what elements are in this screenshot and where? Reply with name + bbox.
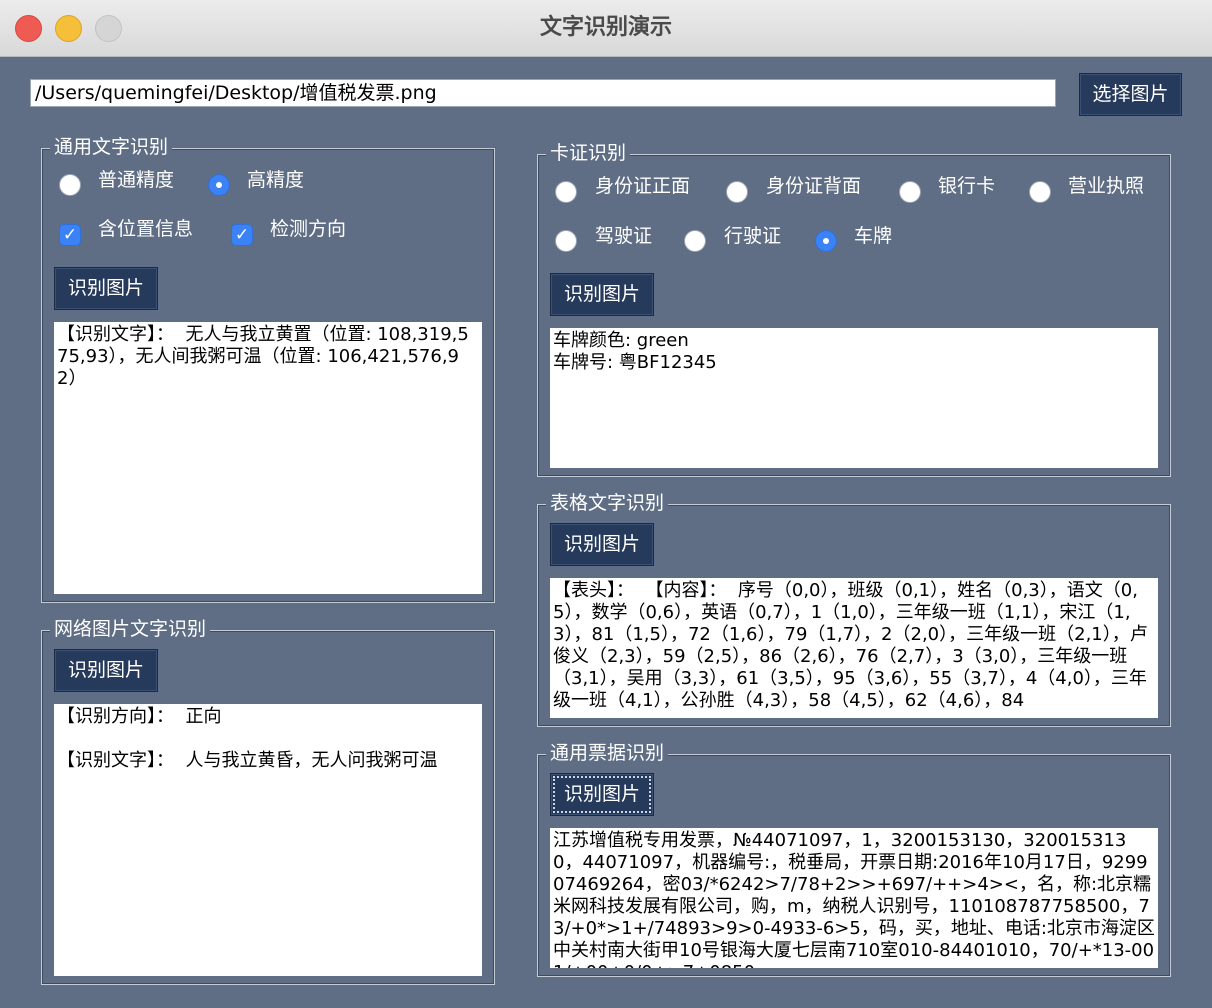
- radio-license-plate-label: 车牌: [854, 225, 893, 247]
- checkbox-detect-direction-label: 检测方向: [270, 218, 347, 240]
- receipt-ocr-title: 通用票据识别: [546, 742, 669, 764]
- table-ocr-result-text[interactable]: 【表头】： 【内容】： 序号（0,0），班级（0,1），姓名（0,3），语文（0…: [550, 578, 1158, 718]
- table-ocr-title: 表格文字识别: [546, 492, 669, 514]
- radio-business-license[interactable]: [1029, 181, 1051, 203]
- radio-driver-license[interactable]: [555, 230, 577, 252]
- card-ocr-title: 卡证识别: [546, 142, 631, 164]
- radio-bank-card-label: 银行卡: [938, 175, 996, 197]
- receipt-ocr-recognize-button[interactable]: 识别图片: [550, 773, 654, 816]
- image-path-input[interactable]: /Users/quemingfei/Desktop/增值税发票.png: [30, 79, 1056, 107]
- select-image-button[interactable]: 选择图片: [1079, 73, 1182, 116]
- radio-business-license-label: 营业执照: [1068, 175, 1145, 197]
- radio-normal-precision-label: 普通精度: [98, 169, 175, 191]
- window-title: 文字识别演示: [539, 15, 672, 40]
- web-ocr-result-text[interactable]: 【识别方向】： 正向 【识别文字】： 人与我立黄昏，无人问我粥可温: [54, 704, 482, 976]
- radio-vehicle-license-label: 行驶证: [724, 225, 782, 247]
- checkbox-include-location[interactable]: ✓: [59, 224, 81, 246]
- window-titlebar: 文字识别演示: [0, 0, 1212, 57]
- radio-id-front[interactable]: [555, 181, 577, 203]
- card-ocr-recognize-button[interactable]: 识别图片: [550, 273, 654, 316]
- radio-id-front-label: 身份证正面: [595, 175, 691, 197]
- receipt-ocr-result-text[interactable]: 江苏增值税专用发票，№44071097，1，3200153130，3200153…: [550, 828, 1158, 968]
- web-ocr-title: 网络图片文字识别: [50, 618, 211, 640]
- general-ocr-title: 通用文字识别: [50, 136, 173, 158]
- checkbox-detect-direction[interactable]: ✓: [231, 224, 253, 246]
- radio-high-precision[interactable]: [208, 174, 230, 196]
- general-ocr-recognize-button[interactable]: 识别图片: [54, 267, 158, 310]
- radio-license-plate[interactable]: [815, 230, 837, 252]
- radio-driver-license-label: 驾驶证: [595, 225, 653, 247]
- radio-id-back-label: 身份证背面: [766, 175, 862, 197]
- web-ocr-recognize-button[interactable]: 识别图片: [54, 649, 158, 692]
- card-ocr-result-text[interactable]: 车牌颜色: green 车牌号: 粤BF12345: [550, 328, 1158, 468]
- checkbox-include-location-label: 含位置信息: [98, 218, 194, 240]
- radio-normal-precision[interactable]: [59, 174, 81, 196]
- table-ocr-recognize-button[interactable]: 识别图片: [550, 523, 654, 566]
- radio-id-back[interactable]: [726, 181, 748, 203]
- general-ocr-result-text[interactable]: 【识别文字】： 无人与我立黄置（位置: 108,319,575,93），无人间我…: [54, 322, 482, 594]
- radio-high-precision-label: 高精度: [247, 169, 305, 191]
- radio-bank-card[interactable]: [899, 181, 921, 203]
- radio-vehicle-license[interactable]: [684, 230, 706, 252]
